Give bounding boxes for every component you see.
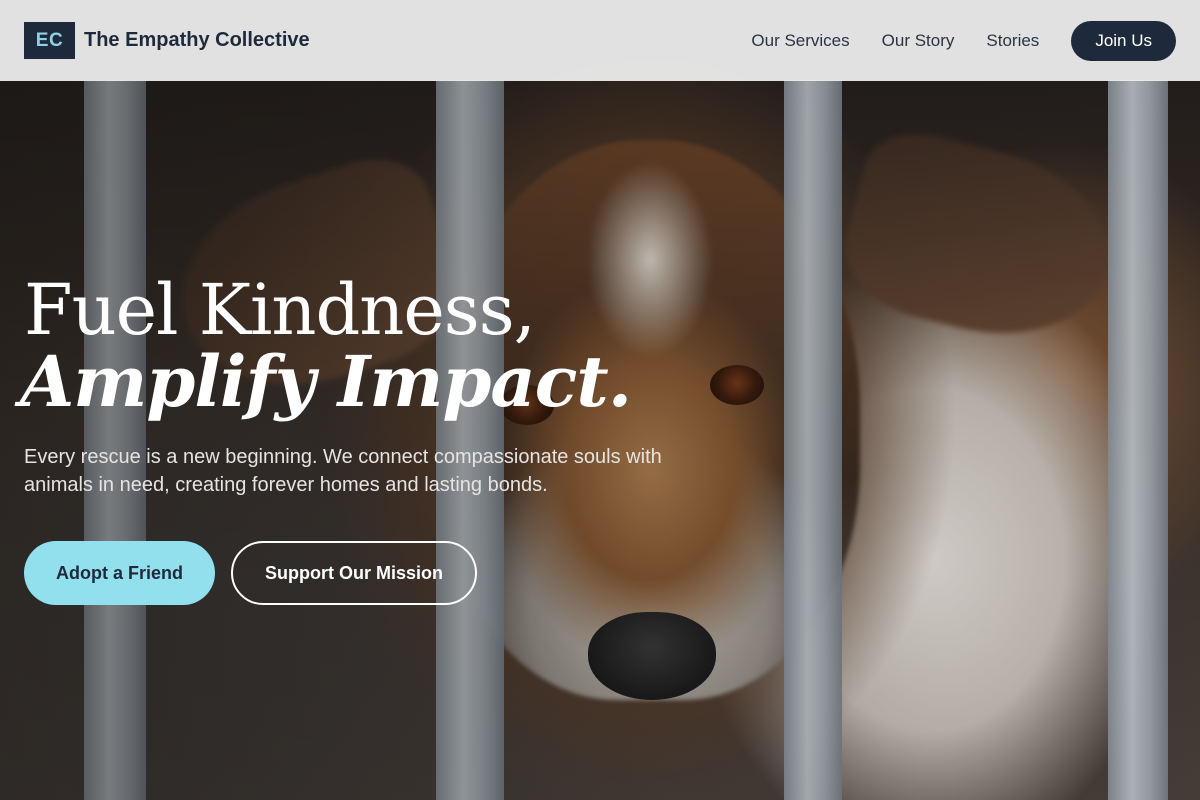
nav-link-stories[interactable]: Stories [986, 31, 1039, 51]
headline-line-1: Fuel Kindness, [24, 269, 536, 351]
hero-content: Fuel Kindness, Amplify Impact. Every res… [20, 269, 714, 605]
headline-line-2: Amplify Impact. [20, 340, 632, 423]
support-mission-button[interactable]: Support Our Mission [231, 541, 477, 605]
hero-headline: Fuel Kindness, Amplify Impact. [20, 269, 714, 417]
brand[interactable]: EC The Empathy Collective [24, 22, 310, 59]
site-header: EC The Empathy Collective Our Services O… [0, 0, 1200, 81]
logo[interactable]: EC [24, 22, 75, 59]
hero-actions: Adopt a Friend Support Our Mission [24, 541, 714, 605]
brand-name[interactable]: The Empathy Collective [84, 29, 310, 52]
join-us-button[interactable]: Join Us [1071, 20, 1176, 61]
hero-subtitle: Every rescue is a new beginning. We conn… [24, 446, 662, 496]
nav-link-our-story[interactable]: Our Story [882, 31, 955, 51]
adopt-a-friend-button[interactable]: Adopt a Friend [24, 541, 215, 605]
nav-link-our-services[interactable]: Our Services [751, 31, 849, 51]
main-nav: Our Services Our Story Stories Join Us [719, 20, 1176, 61]
